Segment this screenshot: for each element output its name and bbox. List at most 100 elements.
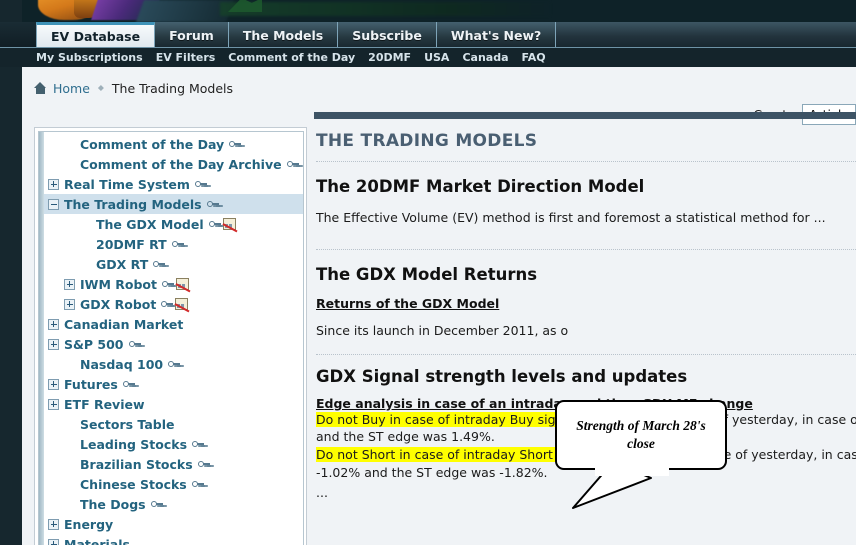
expand-icon[interactable] (48, 398, 59, 410)
sidebar-item-canadian-market[interactable]: Canadian Market (44, 314, 303, 334)
expand-icon[interactable] (48, 378, 59, 390)
expand-icon[interactable] (48, 338, 59, 350)
sidebar-item-comment-of-the-day-archive[interactable]: Comment of the Day Archive (44, 154, 303, 174)
sidebar-item-label: Energy (64, 516, 114, 532)
sidebar-item-sectors-table[interactable]: Sectors Table (44, 414, 303, 434)
expand-icon[interactable] (48, 318, 59, 330)
banner-left-fill (0, 0, 22, 22)
navigation-tree: Comment of the Day Comment of the Day Arc… (44, 134, 303, 545)
sidebar-item-label: The Trading Models (64, 196, 202, 212)
sidebar-item-label: The Dogs (80, 496, 146, 512)
main-panel: THE TRADING MODELS The 20DMF Market Dire… (314, 112, 856, 545)
subnav-item-canada[interactable]: Canada (462, 51, 508, 64)
sidebar-item-the-dogs[interactable]: The Dogs (44, 494, 303, 514)
sidebar-item-20dmf-rt[interactable]: 20DMF RT (44, 234, 303, 254)
expand-icon[interactable] (48, 538, 59, 545)
sidebar-item-leading-stocks[interactable]: Leading Stocks (44, 434, 303, 454)
tab-subscribe[interactable]: Subscribe (338, 22, 437, 48)
sidebar-item-real-time-system[interactable]: Real Time System (44, 174, 303, 194)
subnav-item-usa[interactable]: USA (424, 51, 449, 64)
subnav-item-faq[interactable]: FAQ (522, 51, 546, 64)
sidebar-item-energy[interactable]: Energy (44, 514, 303, 534)
returns-of-gdx-model-link[interactable]: Returns of the GDX Model (316, 296, 499, 311)
main-tabs: EV Database Forum The Models Subscribe W… (36, 22, 557, 48)
sidebar-item-brazilian-stocks[interactable]: Brazilian Stocks (44, 454, 303, 474)
sidebar-item-futures[interactable]: Futures (44, 374, 303, 394)
sidebar-item-label: 20DMF RT (96, 236, 167, 252)
tab-forum[interactable]: Forum (155, 22, 229, 48)
sidebar-item-the-trading-models[interactable]: The Trading Models (44, 194, 303, 214)
chart-icon (175, 298, 189, 310)
content-area: Home The Trading Models Create Article C… (22, 67, 856, 545)
sidebar-scroll-container: Comment of the Day Comment of the Day Arc… (38, 131, 304, 545)
section-body-20dmf: The Effective Volume (EV) method is firs… (316, 210, 826, 225)
home-icon (34, 82, 47, 94)
tab-bar-left-cap (0, 22, 36, 48)
section-heading-gdx-signal-strength: GDX Signal strength levels and updates (316, 366, 688, 386)
sidebar-item-s-p-500[interactable]: S&P 500 (44, 334, 303, 354)
sidebar-item-label: IWM Robot (80, 276, 157, 292)
tab-ev-database[interactable]: EV Database (36, 22, 156, 48)
left-margin-strip (0, 67, 22, 545)
sidebar-item-nasdaq-100[interactable]: Nasdaq 100 (44, 354, 303, 374)
sidebar-panel: Comment of the Day Comment of the Day Arc… (34, 127, 307, 545)
subnav-item-my-subscriptions[interactable]: My Subscriptions (36, 51, 143, 64)
sidebar-item-gdx-rt[interactable]: GDX RT (44, 254, 303, 274)
main-panel-top-bar (314, 112, 856, 119)
section-heading-gdx-returns: The GDX Model Returns (316, 264, 538, 284)
sidebar-item-label: ETF Review (64, 396, 145, 412)
sidebar-item-chinese-stocks[interactable]: Chinese Stocks (44, 474, 303, 494)
chart-icon (222, 218, 236, 230)
key-icon (191, 480, 204, 489)
sidebar-item-label: The GDX Model (96, 216, 204, 232)
key-icon (122, 380, 135, 389)
collapse-icon[interactable] (48, 198, 59, 210)
subnav-spacer (0, 57, 36, 58)
page-title: THE TRADING MODELS (316, 131, 538, 151)
divider (316, 161, 856, 162)
main-panel-body: THE TRADING MODELS The 20DMF Market Dire… (314, 119, 856, 545)
tab-whats-new[interactable]: What's New? (436, 22, 557, 48)
sidebar-item-materials[interactable]: Materials (44, 534, 303, 545)
sidebar-item-label: Nasdaq 100 (80, 356, 164, 372)
banner-decor-green (220, 2, 550, 16)
sidebar-item-label: Brazilian Stocks (80, 456, 193, 472)
subnav-item-20dmf[interactable]: 20DMF (368, 51, 411, 64)
key-icon (161, 280, 174, 289)
key-icon (161, 300, 174, 309)
subnav-item-ev-filters[interactable]: EV Filters (156, 51, 216, 64)
expand-icon[interactable] (64, 278, 75, 290)
site-banner (0, 0, 856, 22)
sidebar-item-label: Futures (64, 376, 118, 392)
expand-icon[interactable] (64, 298, 75, 310)
main-tab-bar: EV Database Forum The Models Subscribe W… (0, 22, 856, 48)
key-icon (150, 500, 163, 509)
sidebar-item-gdx-robot[interactable]: GDX Robot (44, 294, 303, 314)
sidebar-item-etf-review[interactable]: ETF Review (44, 394, 303, 414)
key-icon (197, 460, 210, 469)
key-icon (208, 220, 221, 229)
edge-ellipsis: ... (316, 485, 328, 501)
tab-label: Forum (169, 27, 214, 43)
key-icon (171, 240, 184, 249)
tab-the-models[interactable]: The Models (228, 22, 339, 48)
section-body-gdx-returns: Since its launch in December 2011, as o (316, 322, 569, 338)
sidebar-item-the-gdx-model[interactable]: The GDX Model (44, 214, 303, 234)
expand-icon[interactable] (48, 518, 59, 530)
breadcrumb-current: The Trading Models (111, 80, 234, 96)
sidebar-item-iwm-robot[interactable]: IWM Robot (44, 274, 303, 294)
breadcrumb-home-link[interactable]: Home (53, 81, 90, 96)
tab-label: What's New? (450, 27, 542, 43)
subnav-item-comment-of-the-day[interactable]: Comment of the Day (228, 51, 355, 64)
sidebar-item-comment-of-the-day[interactable]: Comment of the Day (44, 134, 303, 154)
breadcrumb: Home The Trading Models (34, 79, 233, 97)
expand-icon[interactable] (48, 178, 59, 190)
edge-line-1-highlight: Do not Buy in case of intraday Buy signa… (316, 411, 579, 427)
